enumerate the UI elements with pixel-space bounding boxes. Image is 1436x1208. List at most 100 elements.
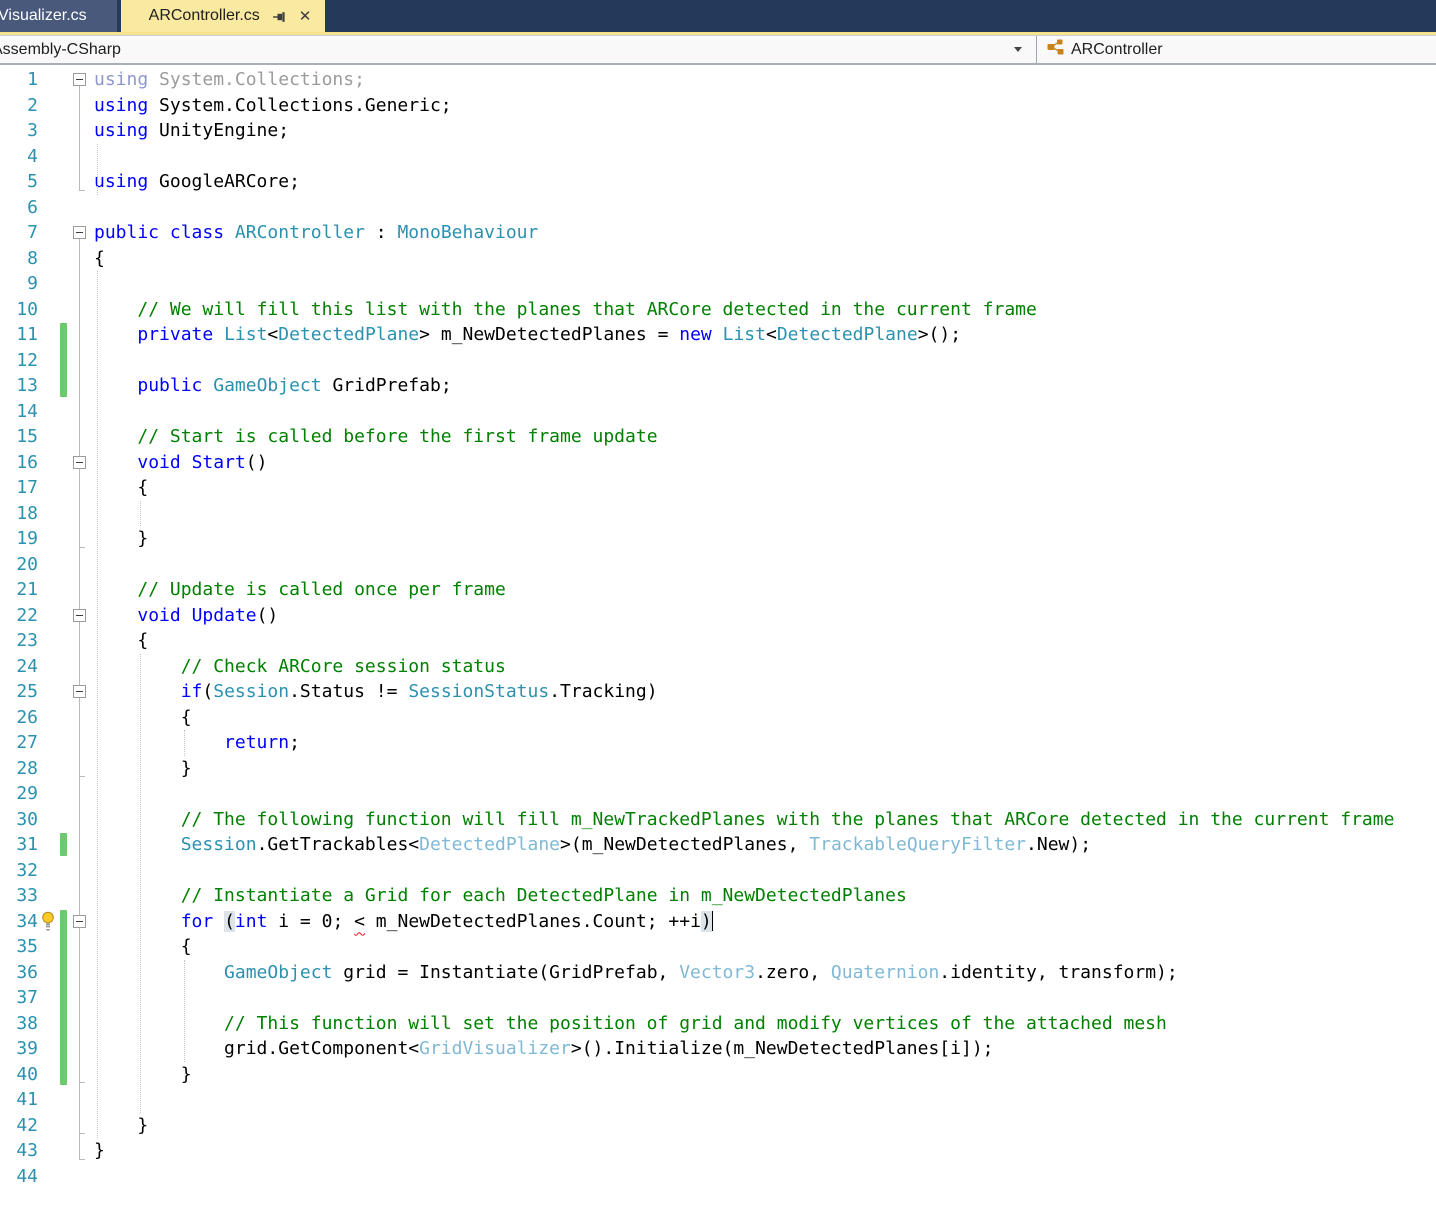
code-line[interactable]: 42 } — [0, 1113, 1436, 1139]
fold-guide-end — [79, 547, 85, 548]
code-line[interactable]: 2using System.Collections.Generic; — [0, 93, 1436, 119]
line-number: 24 — [0, 654, 38, 680]
text-cursor — [712, 911, 713, 931]
project-dropdown[interactable]: Assembly-CSharp — [0, 36, 1036, 63]
code-text: // The following function will fill m_Ne… — [94, 807, 1394, 833]
code-line[interactable]: 43} — [0, 1138, 1436, 1164]
code-line[interactable]: 26 { — [0, 705, 1436, 731]
code-line[interactable]: 41 — [0, 1087, 1436, 1113]
symbol-dropdown[interactable]: ARController — [1037, 36, 1436, 63]
code-line[interactable]: 5 using GoogleARCore; — [0, 169, 1436, 195]
line-number: 6 — [0, 195, 38, 221]
line-number: 12 — [0, 348, 38, 374]
class-icon — [1047, 39, 1064, 60]
fold-toggle-icon[interactable] — [73, 73, 86, 86]
fold-guide-line — [79, 928, 80, 1083]
fold-toggle-icon[interactable] — [73, 226, 86, 239]
chevron-down-icon[interactable] — [1014, 47, 1022, 52]
fold-guide-line — [79, 86, 80, 190]
line-number: 32 — [0, 858, 38, 884]
fold-toggle-icon[interactable] — [73, 609, 86, 622]
code-text: GameObject grid = Instantiate(GridPrefab… — [94, 960, 1178, 986]
fold-toggle-icon[interactable] — [73, 915, 86, 928]
code-line[interactable]: 29 — [0, 781, 1436, 807]
code-line[interactable]: 38 // This function will set the positio… — [0, 1011, 1436, 1037]
code-line[interactable]: 20 — [0, 552, 1436, 578]
line-number: 30 — [0, 807, 38, 833]
line-number: 5 — [0, 169, 38, 195]
fold-guide-line — [79, 698, 80, 776]
line-number: 37 — [0, 985, 38, 1011]
code-line[interactable]: 6 — [0, 195, 1436, 221]
code-line[interactable]: 34 for (int i = 0; < m_NewDetectedPlanes… — [0, 909, 1436, 935]
tab-visualizer[interactable]: Visualizer.cs — [0, 0, 117, 32]
line-number: 4 — [0, 144, 38, 170]
code-line[interactable]: 23 { — [0, 628, 1436, 654]
pin-icon[interactable] — [272, 9, 287, 24]
code-line[interactable]: 25 if(Session.Status != SessionStatus.Tr… — [0, 679, 1436, 705]
code-line[interactable]: 44 — [0, 1164, 1436, 1190]
code-editor[interactable]: 1using System.Collections;2using System.… — [0, 65, 1436, 1189]
code-line[interactable]: 18 — [0, 501, 1436, 527]
code-line[interactable]: 13 public GameObject GridPrefab; — [0, 373, 1436, 399]
code-line[interactable]: 36 GameObject grid = Instantiate(GridPre… — [0, 960, 1436, 986]
code-text: void Update() — [94, 603, 278, 629]
tab-arcontroller[interactable]: ARController.cs ✕ — [121, 0, 326, 32]
code-text: return; — [94, 730, 300, 756]
code-line[interactable]: 31 Session.GetTrackables<DetectedPlane>(… — [0, 832, 1436, 858]
code-line[interactable]: 27 return; — [0, 730, 1436, 756]
code-line[interactable]: 3using UnityEngine; — [0, 118, 1436, 144]
code-line[interactable]: 40 } — [0, 1062, 1436, 1088]
code-line[interactable]: 4 — [0, 144, 1436, 170]
tab-bar: Visualizer.cs ARController.cs ✕ — [0, 0, 1436, 32]
code-text: using GoogleARCore; — [94, 169, 300, 195]
line-number: 19 — [0, 526, 38, 552]
code-line[interactable]: 33 // Instantiate a Grid for each Detect… — [0, 883, 1436, 909]
code-line[interactable]: 15 // Start is called before the first f… — [0, 424, 1436, 450]
lightbulb-icon[interactable] — [40, 911, 56, 937]
code-line[interactable]: 30 // The following function will fill m… — [0, 807, 1436, 833]
code-text: using System.Collections; — [94, 67, 365, 93]
close-icon[interactable]: ✕ — [299, 9, 312, 24]
line-number: 16 — [0, 450, 38, 476]
line-number: 3 — [0, 118, 38, 144]
code-line[interactable]: 7public class ARController : MonoBehavio… — [0, 220, 1436, 246]
symbol-dropdown-value: ARController — [1071, 41, 1163, 59]
line-number: 7 — [0, 220, 38, 246]
code-text: void Start() — [94, 450, 267, 476]
code-line[interactable]: 1using System.Collections; — [0, 67, 1436, 93]
code-line[interactable]: 14 — [0, 399, 1436, 425]
indent-guide — [184, 960, 185, 1062]
vs-editor-window: Visualizer.cs ARController.cs ✕ Assembly… — [0, 0, 1436, 1208]
code-line[interactable]: 22 void Update() — [0, 603, 1436, 629]
fold-guide-line — [79, 469, 80, 547]
change-tracking-bar — [60, 910, 67, 1086]
code-line[interactable]: 12 — [0, 348, 1436, 374]
code-line[interactable]: 16 void Start() — [0, 450, 1436, 476]
code-line[interactable]: 28 } — [0, 756, 1436, 782]
code-line[interactable]: 39 grid.GetComponent<GridVisualizer>().I… — [0, 1036, 1436, 1062]
line-number: 35 — [0, 934, 38, 960]
code-line[interactable]: 37 — [0, 985, 1436, 1011]
code-line[interactable]: 21 // Update is called once per frame — [0, 577, 1436, 603]
indent-guide — [140, 654, 141, 1113]
code-line[interactable]: 35 { — [0, 934, 1436, 960]
code-line[interactable]: 32 — [0, 858, 1436, 884]
code-text: Session.GetTrackables<DetectedPlane>(m_N… — [94, 832, 1091, 858]
code-text: } — [94, 1062, 192, 1088]
code-text: { — [94, 705, 192, 731]
code-line[interactable]: 9 — [0, 271, 1436, 297]
code-text: for (int i = 0; < m_NewDetectedPlanes.Co… — [94, 909, 713, 935]
code-line[interactable]: 24 // Check ARCore session status — [0, 654, 1436, 680]
fold-toggle-icon[interactable] — [73, 456, 86, 469]
change-tracking-bar — [60, 833, 67, 856]
code-line[interactable]: 11 private List<DetectedPlane> m_NewDete… — [0, 322, 1436, 348]
code-line[interactable]: 17 { — [0, 475, 1436, 501]
fold-toggle-icon[interactable] — [73, 685, 86, 698]
code-line[interactable]: 10 // We will fill this list with the pl… — [0, 297, 1436, 323]
indent-guide — [97, 144, 98, 195]
code-line[interactable]: 19 } — [0, 526, 1436, 552]
line-number: 18 — [0, 501, 38, 527]
code-line[interactable]: 8{ — [0, 246, 1436, 272]
fold-guide-end — [79, 1082, 85, 1083]
